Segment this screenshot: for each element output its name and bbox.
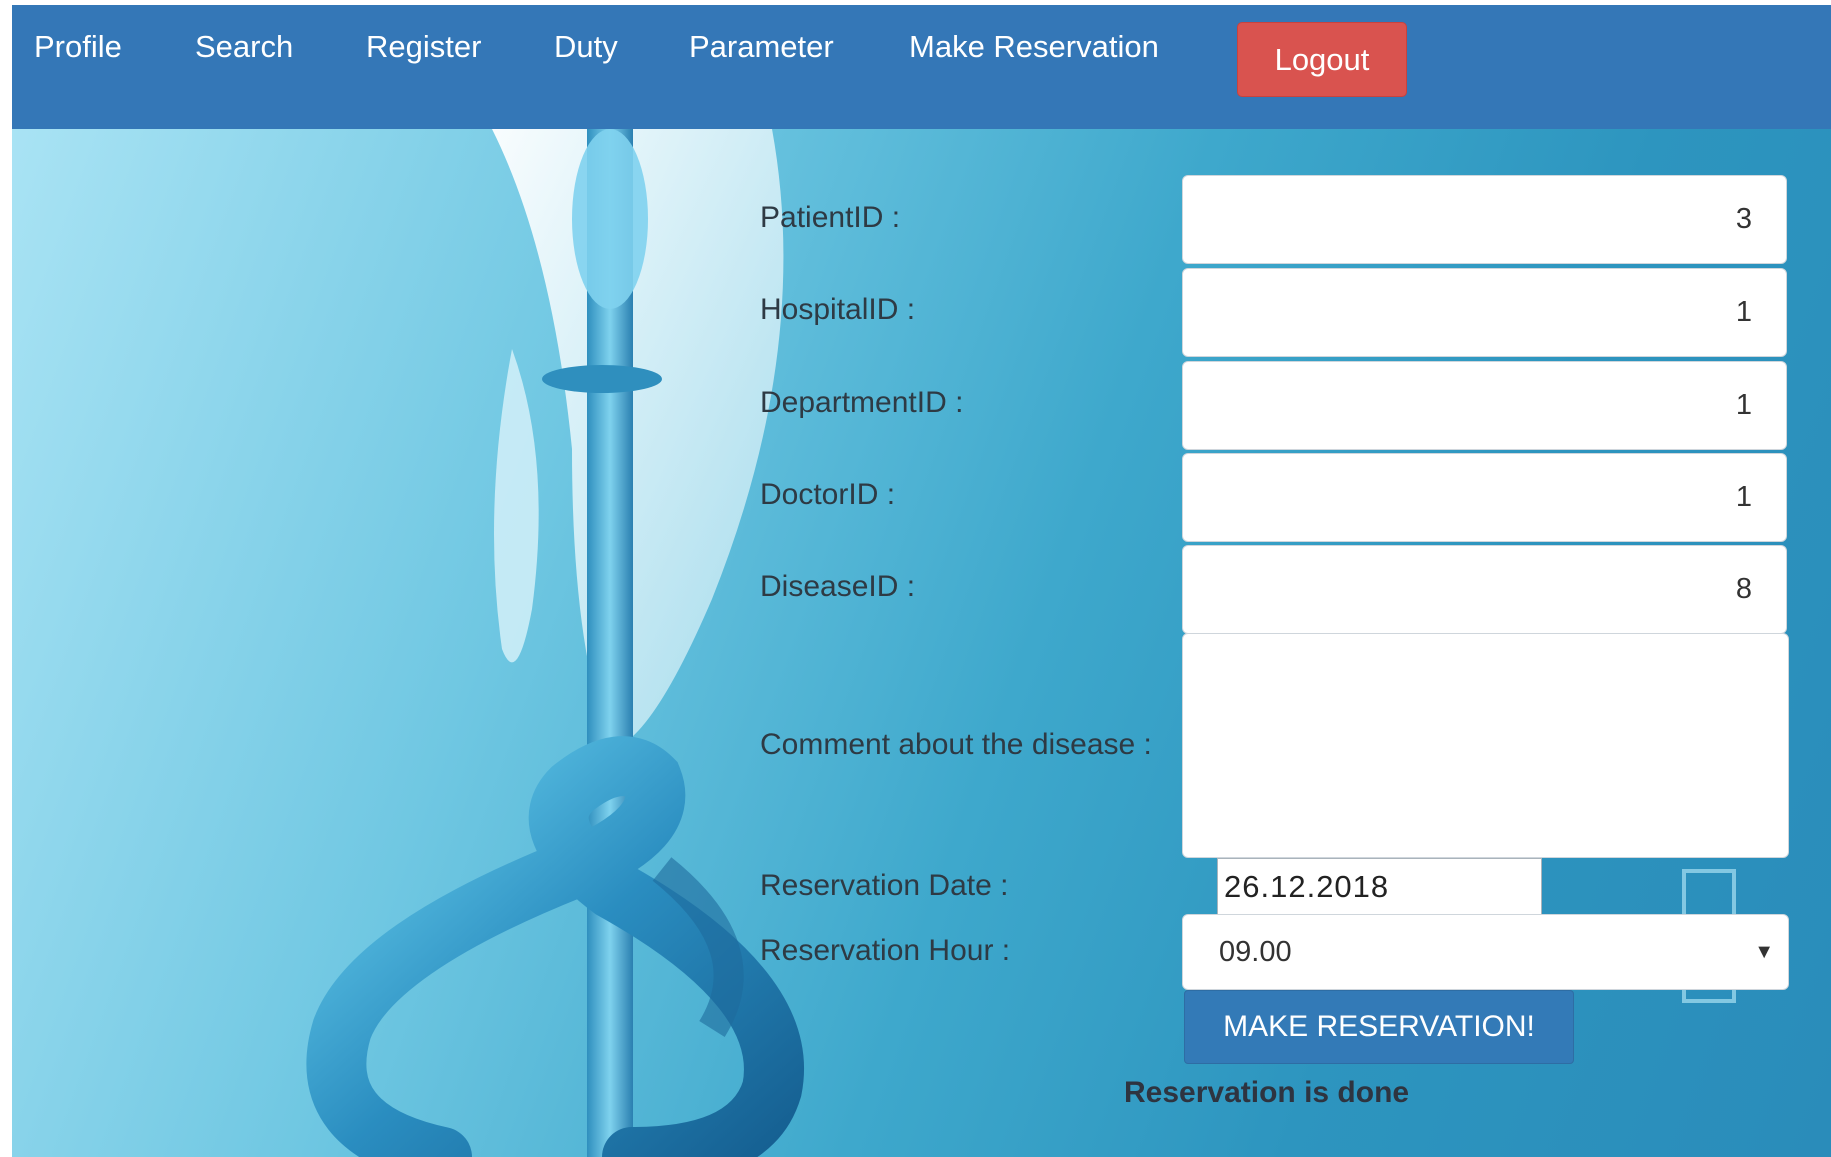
reservation-date-label: Reservation Date :	[760, 869, 1009, 902]
patient-id-field[interactable]: 3	[1182, 175, 1787, 264]
nav-link-duty[interactable]: Duty	[554, 25, 618, 69]
department-id-label: DepartmentID :	[760, 386, 964, 419]
nav-link-search[interactable]: Search	[195, 25, 293, 69]
doctor-id-label: DoctorID :	[760, 478, 896, 511]
reservation-hour-label: Reservation Hour :	[760, 934, 1011, 967]
hospital-id-field[interactable]: 1	[1182, 268, 1787, 357]
disease-id-label: DiseaseID :	[760, 570, 916, 603]
nav-link-parameter[interactable]: Parameter	[689, 25, 834, 69]
nav-link-make-reservation[interactable]: Make Reservation	[909, 25, 1159, 69]
nav-link-register[interactable]: Register	[366, 25, 481, 69]
comment-label: Comment about the disease :	[760, 728, 1152, 761]
logout-button[interactable]: Logout	[1237, 22, 1407, 97]
nav-link-profile[interactable]: Profile	[34, 25, 122, 69]
disease-id-field[interactable]: 8	[1182, 545, 1787, 634]
patient-id-label: PatientID :	[760, 201, 901, 234]
hospital-id-label: HospitalID :	[760, 293, 916, 326]
reservation-hour-value: 09.00	[1219, 936, 1292, 968]
reservation-hour-select[interactable]: 09.00 ▼	[1182, 914, 1789, 990]
doctor-id-field[interactable]: 1	[1182, 453, 1787, 542]
comment-textarea[interactable]	[1182, 633, 1789, 858]
department-id-field[interactable]: 1	[1182, 361, 1787, 450]
chevron-down-icon: ▼	[1754, 941, 1774, 963]
status-message: Reservation is done	[1124, 1076, 1410, 1109]
top-navbar: Profile Search Register Duty Parameter M…	[12, 5, 1831, 129]
page: Profile Search Register Duty Parameter M…	[12, 5, 1831, 1157]
make-reservation-button[interactable]: MAKE RESERVATION!	[1184, 990, 1574, 1064]
reservation-date-input[interactable]: 26.12.2018	[1217, 858, 1542, 916]
